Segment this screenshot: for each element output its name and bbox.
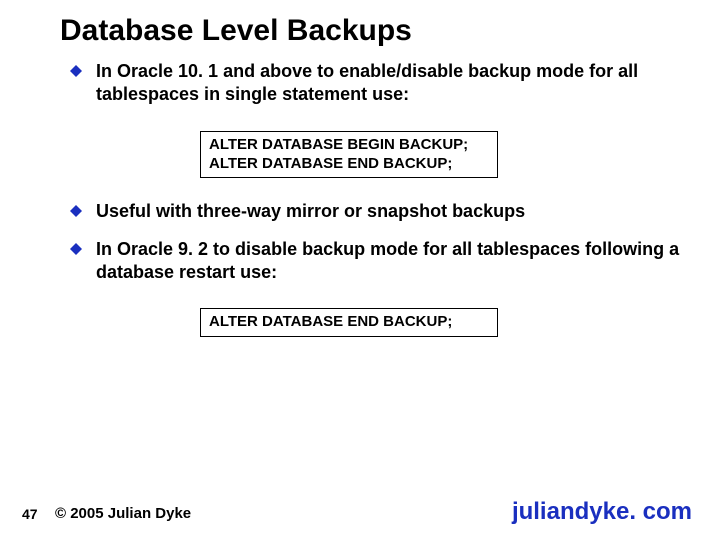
slide-title: Database Level Backups <box>60 14 412 48</box>
site-url: juliandyke. com <box>512 498 692 526</box>
bullet-text: In Oracle 9. 2 to disable backup mode fo… <box>96 238 680 285</box>
bullet-item: In Oracle 9. 2 to disable backup mode fo… <box>70 238 680 285</box>
bullet-text: Useful with three-way mirror or snapshot… <box>96 200 525 223</box>
footer: 47 © 2005 Julian Dyke juliandyke. com <box>0 498 720 522</box>
page-number: 47 <box>22 506 38 522</box>
slide-body: In Oracle 10. 1 and above to enable/disa… <box>70 60 680 359</box>
diamond-bullet-icon <box>70 205 82 217</box>
bullet-item: In Oracle 10. 1 and above to enable/disa… <box>70 60 680 107</box>
slide: Database Level Backups In Oracle 10. 1 a… <box>0 0 720 540</box>
diamond-bullet-icon <box>70 65 82 77</box>
bullet-text: In Oracle 10. 1 and above to enable/disa… <box>96 60 680 107</box>
copyright: © 2005 Julian Dyke <box>55 505 191 522</box>
code-box: ALTER DATABASE BEGIN BACKUP; ALTER DATAB… <box>200 131 498 179</box>
code-box: ALTER DATABASE END BACKUP; <box>200 308 498 337</box>
bullet-item: Useful with three-way mirror or snapshot… <box>70 200 680 223</box>
diamond-bullet-icon <box>70 243 82 255</box>
